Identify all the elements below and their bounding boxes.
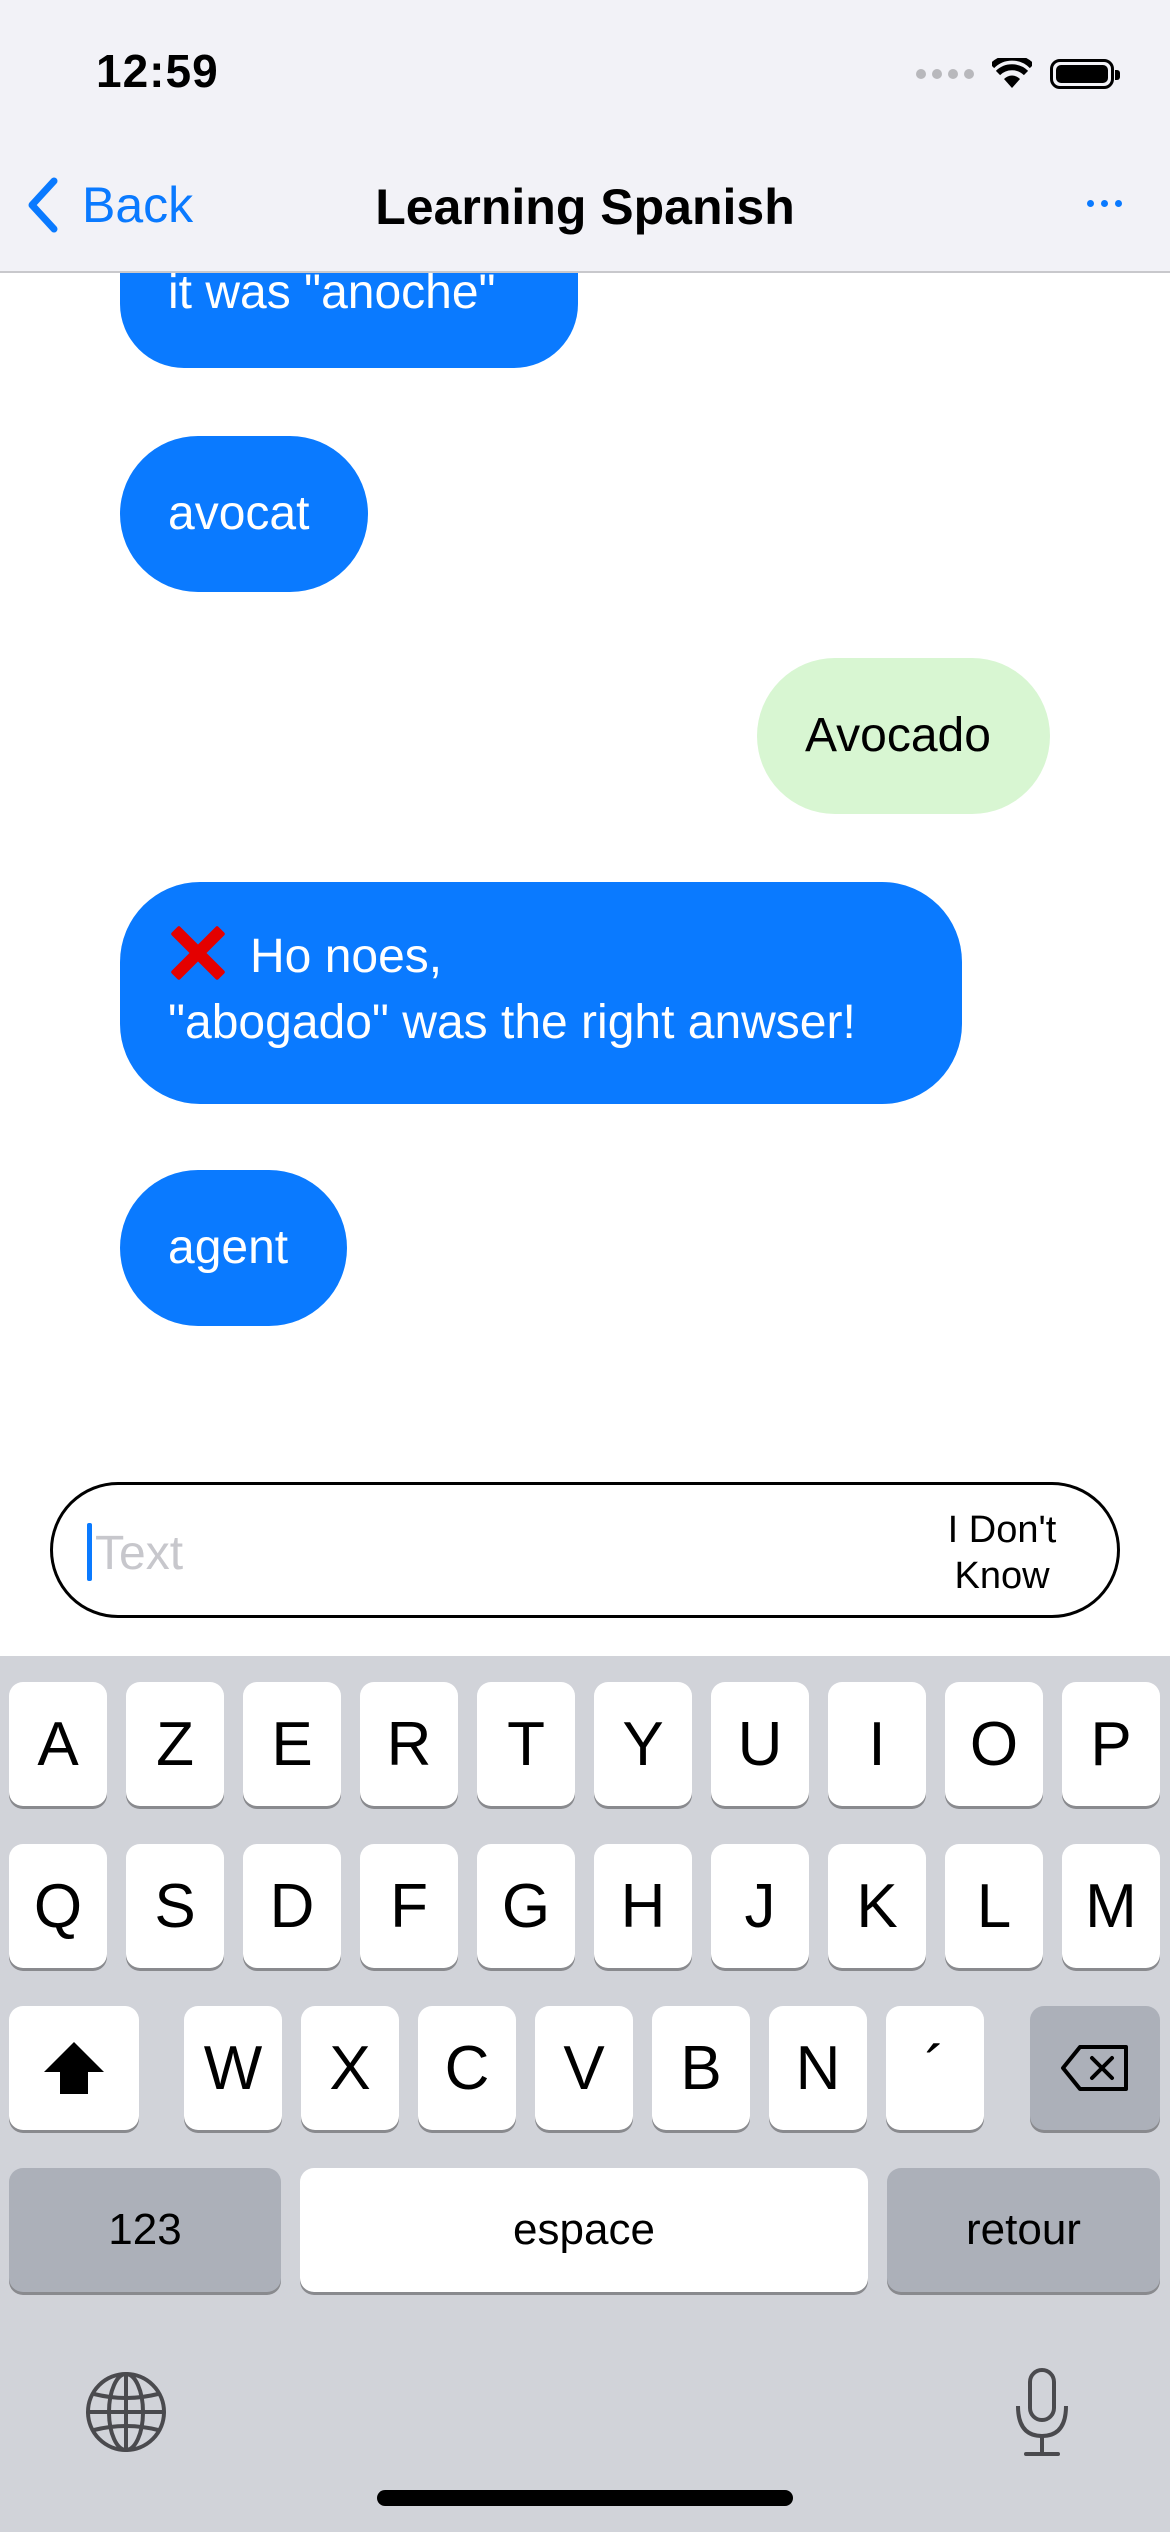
key-r[interactable]: R <box>360 1682 458 1806</box>
answer-input[interactable] <box>93 1513 897 1593</box>
answer-input-container: I Don't Know <box>50 1482 1120 1618</box>
key-b[interactable]: B <box>652 2006 750 2130</box>
key-d[interactable]: D <box>243 1844 341 1968</box>
wifi-icon <box>992 58 1032 88</box>
key-e[interactable]: E <box>243 1682 341 1806</box>
status-icons <box>916 52 1120 96</box>
keyboard: A Z E R T Y U I O P Q S D F G H J K L M … <box>0 1656 1170 2532</box>
bot-message-feedback: Ho noes, "abogado" was the right anwser! <box>120 882 962 1104</box>
key-j[interactable]: J <box>711 1844 809 1968</box>
cross-mark-icon <box>168 924 224 980</box>
key-n[interactable]: N <box>769 2006 867 2130</box>
i-dont-know-button[interactable]: I Don't Know <box>927 1507 1077 1599</box>
key-u[interactable]: U <box>711 1682 809 1806</box>
shift-key[interactable] <box>9 2006 139 2130</box>
message-text: avocat <box>168 487 310 540</box>
more-dot <box>1101 200 1108 207</box>
status-time: 12:59 <box>96 45 219 97</box>
delete-key[interactable] <box>1030 2006 1160 2130</box>
bot-message: agent <box>120 1170 347 1326</box>
more-dot <box>1115 200 1122 207</box>
key-w[interactable]: W <box>184 2006 282 2130</box>
message-text: agent <box>168 1221 289 1274</box>
bot-message: it was "anoche" <box>120 273 578 368</box>
page-title: Learning Spanish <box>375 179 795 235</box>
idk-label-line2: Know <box>954 1555 1050 1597</box>
chat-thread[interactable]: it was "anoche" avocat Avocado Ho noes, … <box>0 273 1170 1453</box>
shift-icon <box>44 2042 104 2094</box>
message-text-line1: Ho noes, <box>250 930 443 983</box>
battery-icon <box>1050 59 1120 89</box>
key-c[interactable]: C <box>418 2006 516 2130</box>
microphone-icon <box>1016 2368 1068 2456</box>
navigation-header: 12:59 Back Learning Spanish <box>0 0 1170 273</box>
text-cursor <box>87 1523 92 1581</box>
more-options-button[interactable] <box>1087 200 1122 207</box>
key-l[interactable]: L <box>945 1844 1043 1968</box>
globe-icon <box>86 2372 166 2452</box>
key-g[interactable]: G <box>477 1844 575 1968</box>
more-dot <box>1087 200 1094 207</box>
key-z[interactable]: Z <box>126 1682 224 1806</box>
key-m[interactable]: M <box>1062 1844 1160 1968</box>
key-p[interactable]: P <box>1062 1682 1160 1806</box>
dictation-button[interactable] <box>1010 2366 1074 2463</box>
globe-button[interactable] <box>84 2370 168 2459</box>
key-q[interactable]: Q <box>9 1844 107 1968</box>
key-x[interactable]: X <box>301 2006 399 2130</box>
key-h[interactable]: H <box>594 1844 692 1968</box>
backspace-icon <box>1061 2045 1128 2091</box>
idk-label-line1: I Don't <box>947 1509 1057 1551</box>
bot-message: avocat <box>120 436 368 592</box>
return-key[interactable]: retour <box>887 2168 1160 2292</box>
key-t[interactable]: T <box>477 1682 575 1806</box>
key-a[interactable]: A <box>9 1682 107 1806</box>
message-text: Avocado <box>805 709 991 762</box>
key-k[interactable]: K <box>828 1844 926 1968</box>
user-message: Avocado <box>757 658 1050 814</box>
key-acute-accent[interactable]: ´ <box>886 2006 984 2130</box>
message-text: it was "anoche" <box>168 273 496 319</box>
key-f[interactable]: F <box>360 1844 458 1968</box>
space-key[interactable]: espace <box>300 2168 868 2292</box>
home-indicator <box>377 2490 793 2506</box>
cellular-signal-icon <box>916 69 974 79</box>
key-i[interactable]: I <box>828 1682 926 1806</box>
key-v[interactable]: V <box>535 2006 633 2130</box>
key-s[interactable]: S <box>126 1844 224 1968</box>
key-y[interactable]: Y <box>594 1682 692 1806</box>
numbers-key[interactable]: 123 <box>9 2168 281 2292</box>
message-text-line2: "abogado" was the right anwser! <box>168 996 856 1049</box>
key-o[interactable]: O <box>945 1682 1043 1806</box>
